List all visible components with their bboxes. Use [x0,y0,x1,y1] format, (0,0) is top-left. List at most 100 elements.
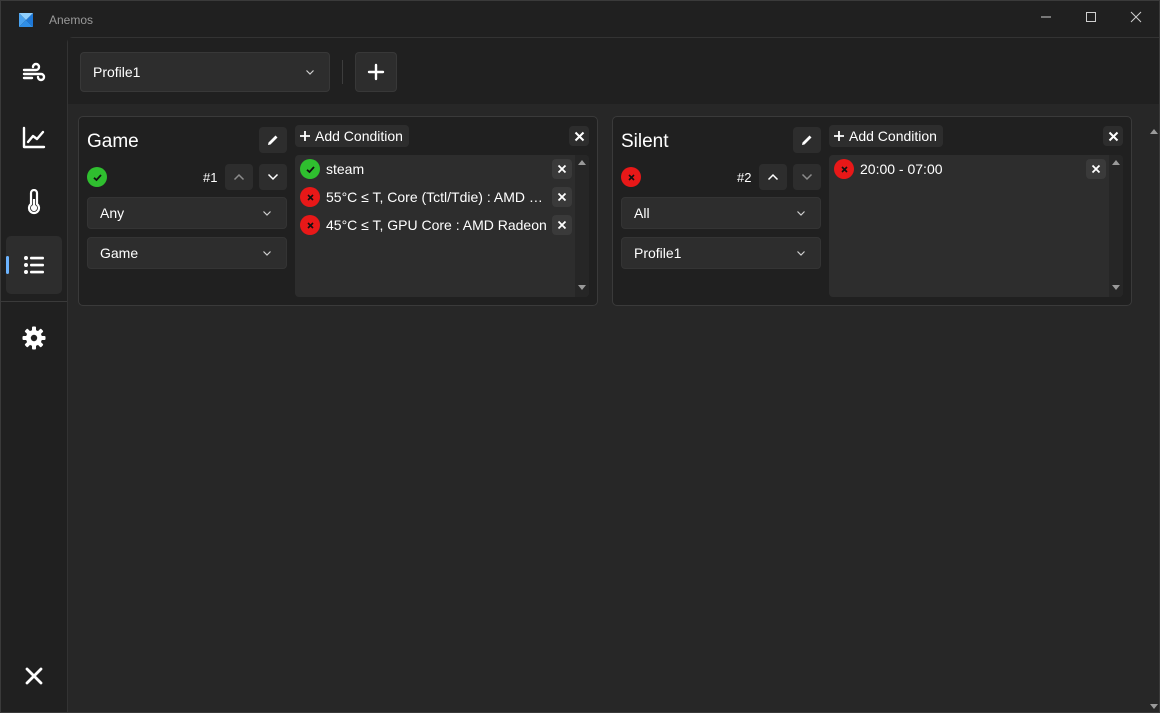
x-icon [840,165,848,173]
close-icon [1130,11,1142,23]
scroll-up-icon[interactable] [1150,128,1158,134]
condition-unmet-icon [300,187,320,207]
rule-mode-select[interactable]: All [621,197,821,229]
list-item[interactable]: 20:00 - 07:00 [834,158,1096,180]
sidebar-item-settings[interactable] [6,309,62,367]
move-down-button[interactable] [259,164,287,190]
minimize-button[interactable] [1023,1,1069,33]
minimize-icon [1041,16,1051,18]
app-window: Anemos Profile1 Game #1 Any Game Add Con… [0,0,1160,713]
plus-icon [834,131,844,141]
gear-icon [22,326,46,350]
scroll-down-icon[interactable] [1112,285,1120,291]
rule-mode-value: Any [100,205,125,221]
x-icon [627,173,635,181]
wind-icon [22,62,46,82]
move-up-button[interactable] [759,164,787,190]
list-icon [24,256,44,274]
close-icon [557,220,567,230]
sidebar-item-rules[interactable] [6,236,62,294]
add-profile-button[interactable] [355,52,397,92]
condition-list-scrollbar[interactable] [575,155,589,297]
pencil-icon [802,135,812,145]
rule-card: Silent #2 All Profile1 Add Condition 20:… [612,116,1132,306]
list-item[interactable]: 55°C ≤ T, Core (Tctl/Tdie) : AMD Ryzen [300,186,562,208]
condition-met-icon [300,159,320,179]
maximize-button[interactable] [1068,1,1114,33]
rule-profile-select[interactable]: Profile1 [621,237,821,269]
thermometer-icon [27,189,41,215]
condition-unmet-icon [300,215,320,235]
scroll-up-icon[interactable] [1112,159,1120,165]
move-up-button[interactable] [225,164,253,190]
sidebar-item-fans[interactable] [6,45,62,103]
remove-condition-button[interactable] [1086,159,1106,179]
remove-rule-button[interactable] [569,126,589,146]
rule-priority: #1 [203,170,218,185]
rule-inactive-status-icon [621,167,641,187]
add-condition-label: Add Condition [849,128,937,144]
main-content: Profile1 Game #1 Any Game Add Condition … [67,37,1159,712]
condition-unmet-icon [834,159,854,179]
rule-priority: #2 [737,170,752,185]
remove-condition-button[interactable] [552,187,572,207]
title-bar[interactable]: Anemos [1,1,1159,37]
chevron-down-icon [263,251,271,256]
rule-mode-select[interactable]: Any [87,197,287,229]
rule-name: Game [87,131,139,152]
close-icon [557,192,567,202]
close-icon [557,164,567,174]
app-logo-icon [19,13,33,27]
chevron-up-icon [233,173,245,181]
sidebar-divider [1,301,67,302]
sidebar-item-sensors[interactable] [6,173,62,231]
condition-list: steam 55°C ≤ T, Core (Tctl/Tdie) : AMD R… [295,155,589,297]
sidebar [1,37,67,712]
edit-rule-button[interactable] [259,127,287,153]
scroll-up-icon[interactable] [578,159,586,165]
condition-text: 45°C ≤ T, GPU Core : AMD Radeon [326,217,547,233]
toolbar: Profile1 [68,38,1159,104]
chevron-down-icon [797,251,805,256]
chevron-down-icon [801,173,813,181]
chevron-down-icon [797,211,805,216]
sidebar-item-curves[interactable] [6,109,62,167]
condition-list-scrollbar[interactable] [1109,155,1123,297]
close-icon [574,131,584,141]
pencil-icon [268,135,278,145]
condition-text: 55°C ≤ T, Core (Tctl/Tdie) : AMD Ryzen [326,189,548,205]
remove-condition-button[interactable] [552,215,572,235]
chevron-down-icon [306,70,314,75]
x-icon [306,193,314,201]
rule-name: Silent [621,131,669,152]
check-icon [92,173,102,181]
remove-condition-button[interactable] [552,159,572,179]
chart-line-icon [22,126,46,149]
close-window-button[interactable] [1113,1,1159,33]
scroll-down-icon[interactable] [1150,704,1158,710]
condition-text: 20:00 - 07:00 [860,161,943,177]
scroll-down-icon[interactable] [578,285,586,291]
app-title: Anemos [49,13,94,27]
chevron-down-icon [263,211,271,216]
plus-icon [367,63,385,81]
move-down-button[interactable] [793,164,821,190]
rule-card: Game #1 Any Game Add Condition steam 55°… [78,116,598,306]
rule-mode-value: All [634,205,650,221]
remove-rule-button[interactable] [1103,126,1123,146]
chevron-down-icon [267,173,279,181]
chevron-up-icon [767,173,779,181]
sidebar-exit-button[interactable] [6,647,62,705]
list-item[interactable]: 45°C ≤ T, GPU Core : AMD Radeon [300,214,562,236]
x-icon [306,221,314,229]
profile-select[interactable]: Profile1 [80,52,330,92]
page-scrollbar[interactable] [1148,128,1159,712]
rule-profile-value: Profile1 [634,245,682,261]
condition-text: steam [326,161,365,177]
list-item[interactable]: steam [300,158,562,180]
edit-rule-button[interactable] [793,127,821,153]
add-condition-button[interactable]: Add Condition [829,125,943,147]
profile-select-value: Profile1 [93,64,141,80]
rule-profile-select[interactable]: Game [87,237,287,269]
add-condition-button[interactable]: Add Condition [295,125,409,147]
